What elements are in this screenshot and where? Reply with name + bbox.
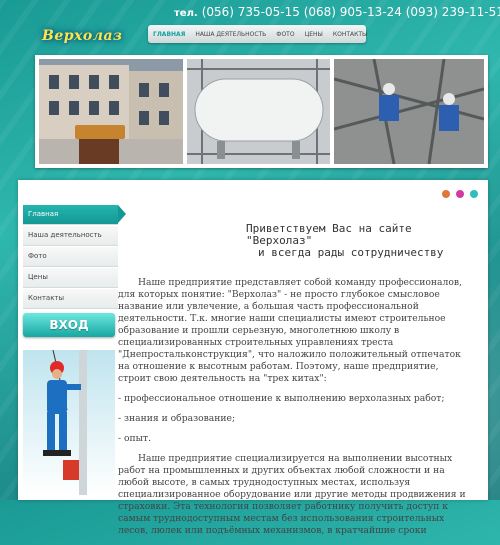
phone-numbers: тел. (056) 735-05-15 (068) 905-13-24 (093…: [174, 5, 500, 19]
site-logo[interactable]: Верхолаз: [42, 28, 122, 44]
slider-dot-1[interactable]: [442, 190, 450, 198]
content-paragraph-2: Наше предприятие специализируется на вып…: [118, 453, 466, 536]
sidebar-item-activity[interactable]: Наша деятельность: [23, 226, 118, 246]
content-list-item-2: - знания и образование;: [118, 413, 236, 424]
slider-dots: [442, 190, 478, 198]
content-paragraph-1: Наше предприятие представляет собой кома…: [118, 277, 462, 384]
content-list-item-3: - опыт.: [118, 433, 151, 444]
slider-dot-3[interactable]: [470, 190, 478, 198]
photo-strip: [35, 55, 488, 168]
sidebar-item-home[interactable]: Главная: [23, 205, 126, 225]
photo-tank: [187, 59, 330, 164]
nav-item-home[interactable]: ГЛАВНАЯ: [148, 31, 190, 38]
top-nav: ГЛАВНАЯ НАША ДЕЯТЕЛЬНОСТЬ ФОТО ЦЕНЫ КОНТ…: [148, 25, 367, 43]
main-content: Наше предприятие представляет собой кома…: [118, 277, 473, 545]
sidebar-menu: Главная Наша деятельность Фото Цены Конт…: [23, 205, 126, 310]
main-panel: Главная Наша деятельность Фото Цены Конт…: [18, 180, 488, 536]
welcome-line-1: Приветствуем Вас на сайте "Верхолаз": [246, 222, 412, 247]
sidebar-item-photo[interactable]: Фото: [23, 247, 118, 267]
nav-item-photo[interactable]: ФОТО: [271, 31, 299, 38]
photo-workers: [334, 59, 484, 164]
welcome-line-2: и всегда рады сотрудничеству: [258, 246, 444, 259]
slider-dot-2[interactable]: [456, 190, 464, 198]
sidebar-item-contacts[interactable]: Контакты: [23, 289, 118, 309]
content-list-item-1: - профессиональное отношение к выполнени…: [118, 393, 445, 404]
sidebar-item-prices[interactable]: Цены: [23, 268, 118, 288]
welcome-heading: Приветствуем Вас на сайте "Верхолаз" и в…: [246, 223, 481, 259]
phone-list: (056) 735-05-15 (068) 905-13-24 (093) 23…: [201, 5, 500, 19]
enter-button[interactable]: ВХОД: [23, 313, 115, 337]
nav-item-contacts[interactable]: КОНТАКТЫ: [328, 31, 372, 38]
climber-image: [23, 349, 115, 495]
nav-item-prices[interactable]: ЦЕНЫ: [300, 31, 328, 38]
photo-building: [39, 59, 183, 164]
nav-item-activity[interactable]: НАША ДЕЯТЕЛЬНОСТЬ: [190, 31, 271, 38]
phone-label: тел.: [174, 8, 198, 19]
